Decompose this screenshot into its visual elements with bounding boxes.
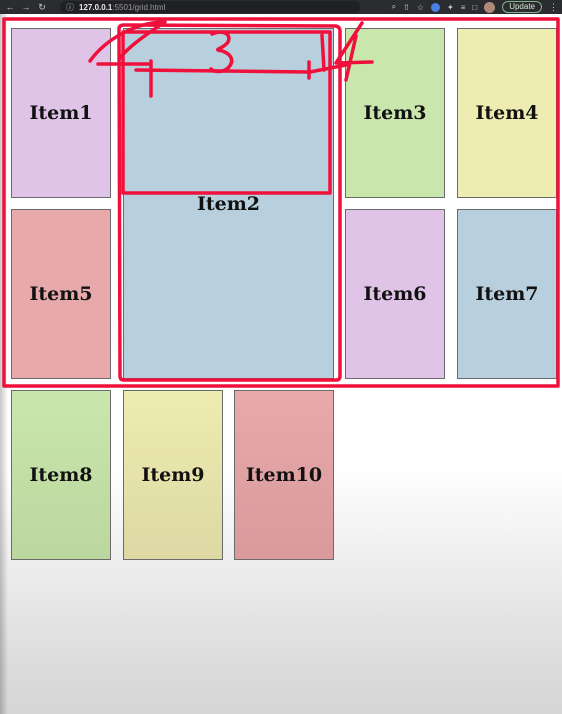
info-icon[interactable]: ⓘ [66,2,74,13]
grid-item-label: Item2 [196,192,261,215]
media-icon[interactable]: ≡ [461,3,466,12]
grid-item-label: Item10 [245,464,323,486]
grid-item-10: Item10 [234,390,334,560]
update-button[interactable]: Update [502,1,542,13]
grid-item-3: Item3 [345,28,445,198]
star-icon[interactable]: ☆ [417,3,424,12]
grid-item-label: Item8 [29,464,93,486]
share-icon[interactable]: ⇧ [403,3,410,12]
address-bar[interactable]: ⓘ 127.0.0.1:5501/grid.html [60,1,360,13]
sidebar-icon[interactable]: □ [472,3,477,12]
puzzle-icon[interactable]: ✦ [447,3,454,12]
url-text[interactable]: 127.0.0.1:5501/grid.html [79,3,165,12]
reload-icon[interactable]: ↻ [36,2,48,13]
grid-item-4: Item4 [457,28,557,198]
grid-item-6: Item6 [345,209,445,379]
grid-item-5: Item5 [11,209,111,379]
back-icon[interactable]: ← [4,2,16,12]
avatar[interactable] [484,1,496,13]
grid-item-label: Item7 [475,283,539,305]
grid-item-8: Item8 [11,390,111,560]
left-shadow [0,14,8,714]
zoom-icon[interactable]: ⌕ [392,2,396,12]
forward-icon[interactable]: → [20,2,32,12]
grid-item-label: Item3 [363,102,427,124]
grid-item-label: Item5 [29,283,93,305]
grid-item-9: Item9 [123,390,223,560]
grid-item-label: Item6 [363,283,427,305]
extension-icon[interactable] [430,2,440,12]
grid-item-label: Item4 [475,102,539,124]
grid-item-label: Item1 [29,102,93,124]
browser-toolbar: ← → ↻ ⓘ 127.0.0.1:5501/grid.html ⌕ ⇧ ☆ ✦… [0,0,562,14]
kebab-icon[interactable]: ⋮ [549,2,558,13]
grid-item-label: Item9 [141,464,205,486]
grid-item-2: Item2 [123,28,334,379]
grid-item-7: Item7 [457,209,557,379]
grid-item-1: Item1 [11,28,111,198]
